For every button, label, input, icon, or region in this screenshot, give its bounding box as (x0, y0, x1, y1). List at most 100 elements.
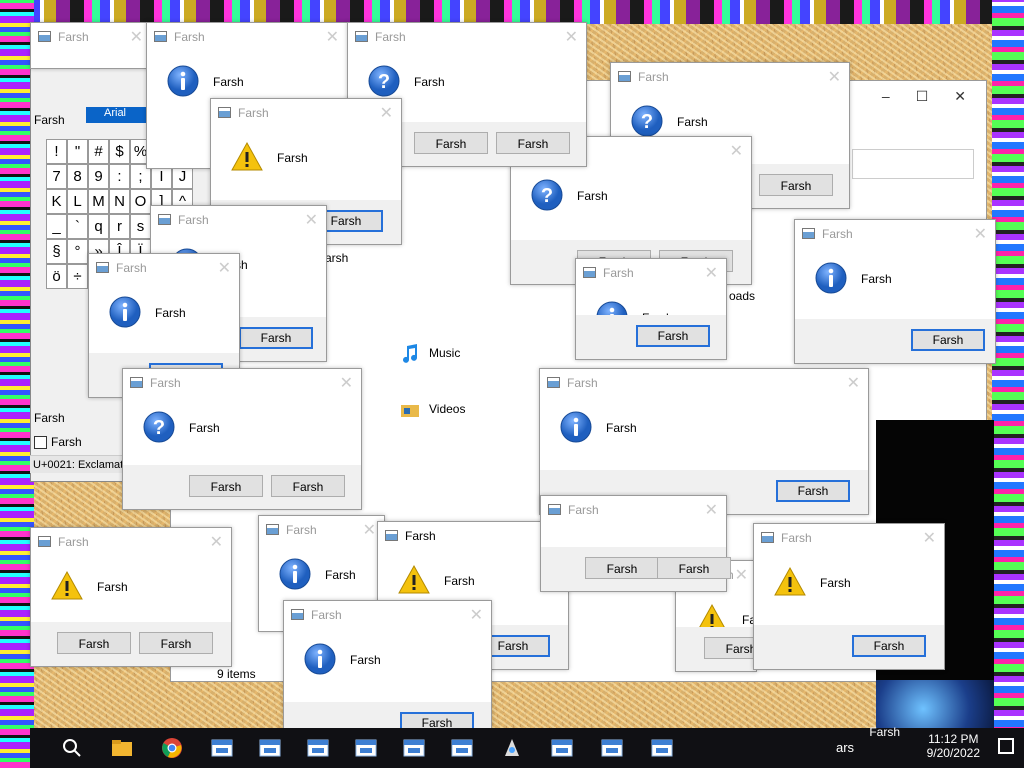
app-window-icon[interactable] (306, 736, 330, 760)
close-icon[interactable]: ✕ (130, 27, 143, 47)
dialog-button[interactable]: Farsh (911, 329, 985, 351)
char-cell[interactable]: O (130, 189, 151, 214)
dialog-titlebar[interactable]: Farsh ✕ (31, 23, 151, 51)
chrome-icon[interactable] (160, 736, 184, 760)
char-cell[interactable]: ö (46, 264, 67, 289)
app-window-icon (291, 609, 304, 620)
dialog-titlebar[interactable]: Farsh ✕ (611, 63, 849, 91)
close-icon[interactable]: ✕ (705, 263, 718, 283)
char-cell[interactable]: $ (109, 139, 130, 164)
char-cell[interactable]: 9 (88, 164, 109, 189)
close-icon[interactable]: ✕ (218, 258, 231, 278)
char-cell[interactable]: L (67, 189, 88, 214)
char-cell[interactable]: q (88, 214, 109, 239)
char-cell[interactable]: ` (67, 214, 88, 239)
close-icon[interactable]: ✕ (470, 605, 483, 625)
advanced-view-checkbox[interactable]: Farsh (34, 435, 82, 449)
dialog-button[interactable]: Farsh (852, 635, 926, 657)
char-cell[interactable]: ! (46, 139, 67, 164)
app-window-icon[interactable] (258, 736, 282, 760)
minimize-icon[interactable]: – (882, 88, 890, 104)
close-icon[interactable]: ✕ (923, 528, 936, 548)
char-cell[interactable]: § (46, 239, 67, 264)
close-icon[interactable]: ✕ (326, 27, 339, 47)
dialog-titlebar[interactable]: Farsh ✕ (211, 99, 401, 127)
dialog-button[interactable]: Farsh (776, 480, 850, 502)
close-icon[interactable]: ✕ (974, 224, 987, 244)
dialog-titlebar[interactable]: Farsh ✕ (540, 369, 868, 397)
dialog-titlebar[interactable]: Farsh ✕ (541, 496, 726, 524)
app-window-icon[interactable] (402, 736, 426, 760)
search-box[interactable] (852, 149, 974, 179)
close-icon[interactable]: ✕ (363, 520, 376, 540)
close-icon[interactable]: ✕ (340, 373, 353, 393)
search-icon[interactable] (60, 736, 84, 760)
app-window-icon[interactable] (600, 736, 624, 760)
char-cell[interactable]: r (109, 214, 130, 239)
char-cell[interactable]: 7 (46, 164, 67, 189)
app-window-icon[interactable] (210, 736, 234, 760)
app-window-icon[interactable] (550, 736, 574, 760)
action-center-icon[interactable] (998, 738, 1014, 754)
app-window-icon[interactable] (450, 736, 474, 760)
char-cell[interactable]: s (130, 214, 151, 239)
svg-text:?: ? (541, 185, 553, 207)
dialog-titlebar[interactable]: Farsh ✕ (795, 220, 995, 248)
dialog-button[interactable]: Farsh (636, 325, 710, 347)
dialog-titlebar[interactable]: Farsh ✕ (576, 259, 726, 287)
app-window-icon[interactable] (354, 736, 378, 760)
dialog-message: Farsh (277, 151, 308, 165)
dialog-button[interactable]: Farsh (657, 557, 731, 579)
dialog-button[interactable]: Farsh (139, 632, 213, 654)
dialog-titlebar[interactable]: Farsh ✕ (348, 23, 586, 51)
dialog-titlebar[interactable]: Farsh ✕ (151, 206, 326, 234)
paint-icon[interactable] (500, 736, 524, 760)
char-cell[interactable]: _ (46, 214, 67, 239)
close-icon[interactable]: ✕ (565, 27, 578, 47)
clock-date[interactable]: 9/20/2022 (927, 746, 980, 760)
dialog-button[interactable]: Farsh (585, 557, 659, 579)
dialog-button[interactable]: Farsh (759, 174, 833, 196)
taskbar-label[interactable]: ars (836, 740, 854, 755)
close-icon[interactable]: ✕ (828, 67, 841, 87)
app-window-icon[interactable] (650, 736, 674, 760)
close-icon[interactable]: ✕ (954, 88, 966, 105)
close-icon[interactable]: ✕ (380, 103, 393, 123)
dialog-titlebar[interactable]: Farsh ✕ (89, 254, 239, 282)
message-dialog: Farsh ✕ (30, 22, 152, 69)
nav-item-music[interactable]: Music (399, 343, 460, 365)
dialog-button[interactable]: Farsh (57, 632, 131, 654)
close-icon[interactable]: ✕ (305, 210, 318, 230)
maximize-icon[interactable]: ☐ (916, 88, 929, 105)
dialog-button[interactable]: Farsh (496, 132, 570, 154)
dialog-titlebar[interactable]: Farsh ✕ (259, 516, 384, 544)
char-cell[interactable]: ° (67, 239, 88, 264)
close-icon[interactable]: ✕ (210, 532, 223, 552)
dialog-titlebar[interactable]: Farsh ✕ (754, 524, 944, 552)
font-select[interactable]: Arial (86, 107, 146, 123)
dialog-titlebar[interactable]: Farsh ✕ (284, 601, 491, 629)
dialog-titlebar[interactable]: Farsh ✕ (147, 23, 347, 51)
dialog-titlebar[interactable]: Farsh ✕ (123, 369, 361, 397)
char-cell[interactable]: ÷ (67, 264, 88, 289)
char-cell[interactable]: " (67, 139, 88, 164)
char-cell[interactable]: # (88, 139, 109, 164)
dialog-button[interactable]: Farsh (239, 327, 313, 349)
char-cell[interactable]: N (109, 189, 130, 214)
close-icon[interactable]: ✕ (735, 565, 748, 585)
clock-time[interactable]: 11:12 PM (927, 732, 980, 746)
char-cell[interactable]: 8 (67, 164, 88, 189)
dialog-titlebar[interactable]: Farsh ✕ (31, 528, 231, 556)
char-cell[interactable]: K (46, 189, 67, 214)
checkbox-box[interactable] (34, 435, 47, 449)
close-icon[interactable]: ✕ (705, 500, 718, 520)
dialog-button[interactable]: Farsh (189, 475, 263, 497)
close-icon[interactable]: ✕ (730, 141, 743, 161)
close-icon[interactable]: ✕ (847, 373, 860, 393)
char-cell[interactable]: : (109, 164, 130, 189)
dialog-button[interactable]: Farsh (271, 475, 345, 497)
file-explorer-icon[interactable] (110, 736, 134, 760)
char-cell[interactable]: M (88, 189, 109, 214)
dialog-button[interactable]: Farsh (414, 132, 488, 154)
nav-item-videos[interactable]: Videos (399, 399, 465, 421)
